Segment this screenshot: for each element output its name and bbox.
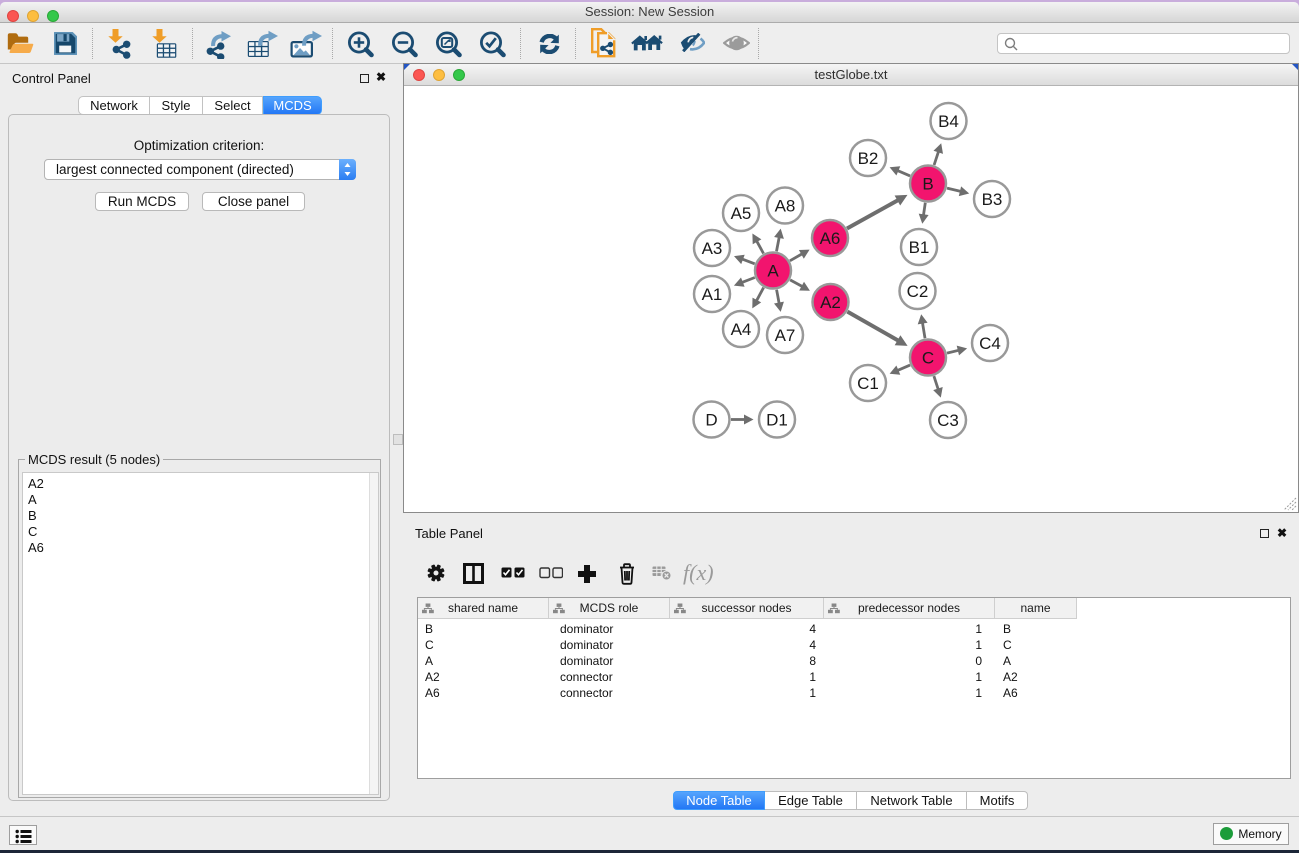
- svg-text:C2: C2: [907, 282, 929, 301]
- svg-text:B4: B4: [938, 112, 959, 131]
- svg-text:D: D: [705, 411, 717, 430]
- svg-text:C3: C3: [937, 411, 959, 430]
- svg-text:A7: A7: [775, 326, 796, 345]
- svg-text:D1: D1: [766, 411, 788, 430]
- svg-text:A1: A1: [702, 285, 723, 304]
- svg-text:A8: A8: [775, 197, 796, 216]
- svg-text:B: B: [922, 175, 933, 194]
- svg-text:C1: C1: [857, 374, 879, 393]
- svg-text:A6: A6: [820, 229, 841, 248]
- svg-text:C4: C4: [979, 334, 1001, 353]
- svg-text:B2: B2: [858, 149, 879, 168]
- svg-text:A: A: [767, 262, 779, 281]
- svg-text:B3: B3: [982, 190, 1003, 209]
- svg-text:A5: A5: [731, 204, 752, 223]
- svg-text:B1: B1: [909, 238, 930, 257]
- svg-text:A2: A2: [820, 293, 841, 312]
- svg-text:A4: A4: [731, 320, 752, 339]
- svg-text:A3: A3: [702, 239, 723, 258]
- svg-text:C: C: [922, 349, 934, 368]
